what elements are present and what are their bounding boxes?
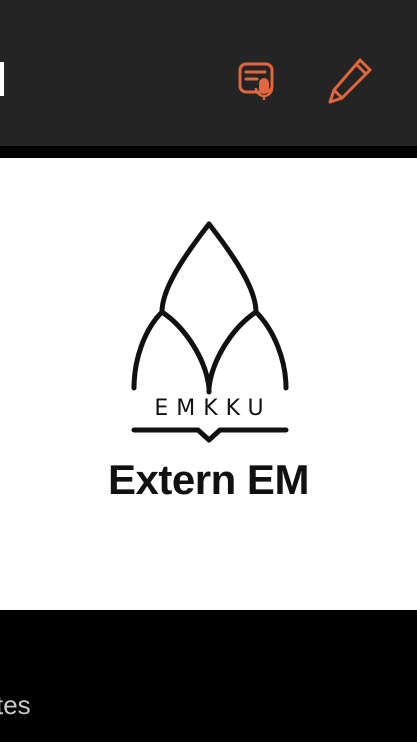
emkku-logo: EMKKU — [126, 220, 292, 450]
brand-title: Extern EM — [108, 456, 309, 503]
bottom-panel — [0, 610, 417, 742]
transcript-mic-icon — [238, 62, 274, 100]
title-fragment — [0, 62, 4, 96]
top-app-bar — [0, 0, 417, 146]
edit-button[interactable] — [326, 56, 374, 104]
app-screen: EMKKU Extern EM tes — [0, 0, 417, 742]
logo-letters: EMKKU — [154, 396, 272, 421]
header-divider — [0, 146, 417, 158]
transcript-button[interactable] — [233, 56, 281, 104]
pencil-edit-icon — [328, 58, 372, 104]
bottom-partial-label[interactable]: tes — [0, 690, 31, 721]
